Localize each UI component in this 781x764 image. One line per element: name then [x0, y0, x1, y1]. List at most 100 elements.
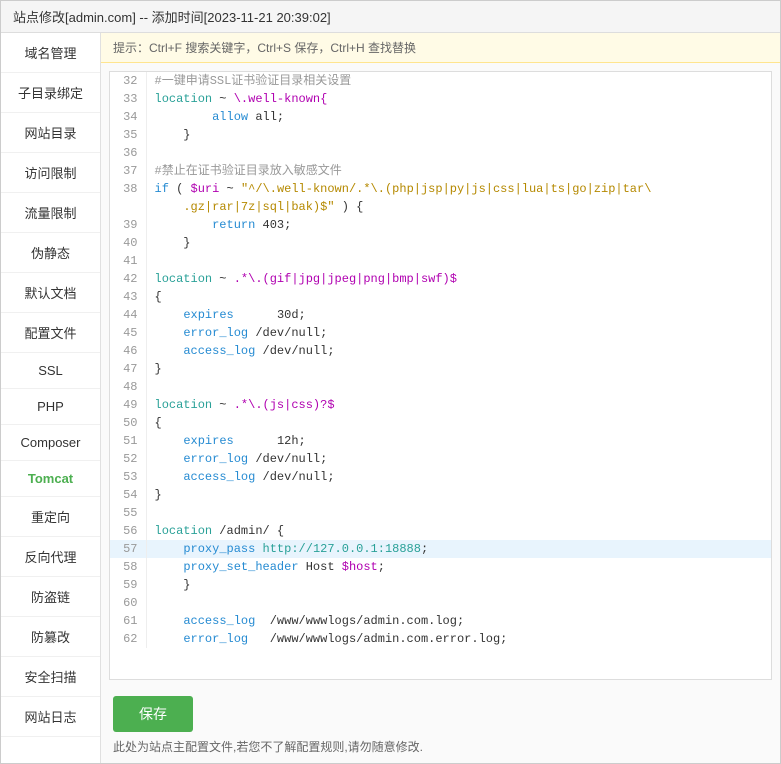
line-code: if ( $uri ~ "^/\.well-known/.*\.(php|jsp…	[146, 180, 771, 198]
table-row: 58 proxy_set_header Host $host;	[110, 558, 771, 576]
line-number: 57	[110, 540, 146, 558]
line-number: 54	[110, 486, 146, 504]
line-code	[146, 504, 771, 522]
line-code: {	[146, 288, 771, 306]
table-row: 60	[110, 594, 771, 612]
content-area: 域名管理 子目录绑定 网站目录 访问限制 流量限制 伪静态 默认文档 配置文件 …	[1, 33, 780, 763]
line-number: 49	[110, 396, 146, 414]
table-row: 38 if ( $uri ~ "^/\.well-known/.*\.(php|…	[110, 180, 771, 198]
table-row: 42 location ~ .*\.(gif|jpg|jpeg|png|bmp|…	[110, 270, 771, 288]
sidebar-item-tomcat[interactable]: Tomcat	[1, 461, 100, 497]
line-code: location ~ .*\.(js|css)?$	[146, 396, 771, 414]
sidebar-item-reverse-proxy[interactable]: 反向代理	[1, 537, 100, 577]
save-button[interactable]: 保存	[113, 696, 193, 732]
table-row: 52 error_log /dev/null;	[110, 450, 771, 468]
line-number: 62	[110, 630, 146, 648]
sidebar-item-subdir[interactable]: 子目录绑定	[1, 73, 100, 113]
table-row: 39 return 403;	[110, 216, 771, 234]
main-panel: 提示：Ctrl+F 搜索关键字，Ctrl+S 保存，Ctrl+H 查找替换 32…	[101, 33, 780, 763]
line-code: proxy_pass http://127.0.0.1:18888;	[146, 540, 771, 558]
line-code: location /admin/ {	[146, 522, 771, 540]
table-row: 51 expires 12h;	[110, 432, 771, 450]
hint-text: 提示：Ctrl+F 搜索关键字，Ctrl+S 保存，Ctrl+H 查找替换	[113, 41, 416, 55]
table-row: 44 expires 30d;	[110, 306, 771, 324]
line-number: 40	[110, 234, 146, 252]
line-code: .gz|rar|7z|sql|bak)$" ) {	[146, 198, 771, 216]
table-row: 47 }	[110, 360, 771, 378]
sidebar-item-rewrite[interactable]: 伪静态	[1, 233, 100, 273]
line-number: 53	[110, 468, 146, 486]
table-row: 45 error_log /dev/null;	[110, 324, 771, 342]
table-row: 46 access_log /dev/null;	[110, 342, 771, 360]
sidebar-item-composer[interactable]: Composer	[1, 425, 100, 461]
line-code	[146, 594, 771, 612]
line-code: expires 30d;	[146, 306, 771, 324]
line-number: 48	[110, 378, 146, 396]
line-code: access_log /dev/null;	[146, 342, 771, 360]
table-row: 36	[110, 144, 771, 162]
sidebar-item-ssl[interactable]: SSL	[1, 353, 100, 389]
line-number	[110, 198, 146, 216]
line-number: 58	[110, 558, 146, 576]
sidebar-item-security[interactable]: 安全扫描	[1, 657, 100, 697]
line-number: 46	[110, 342, 146, 360]
table-row: 56 location /admin/ {	[110, 522, 771, 540]
table-row: 61 access_log /www/wwwlogs/admin.com.log…	[110, 612, 771, 630]
table-row-highlighted: 57 proxy_pass http://127.0.0.1:18888;	[110, 540, 771, 558]
table-row: .gz|rar|7z|sql|bak)$" ) {	[110, 198, 771, 216]
sidebar-item-log[interactable]: 网站日志	[1, 697, 100, 737]
line-code	[146, 378, 771, 396]
line-code	[146, 252, 771, 270]
table-row: 54 }	[110, 486, 771, 504]
sidebar-item-tamper[interactable]: 防篡改	[1, 617, 100, 657]
sidebar-item-hotlink[interactable]: 防盗链	[1, 577, 100, 617]
line-number: 42	[110, 270, 146, 288]
line-number: 36	[110, 144, 146, 162]
table-row: 62 error_log /www/wwwlogs/admin.com.erro…	[110, 630, 771, 648]
window-title: 站点修改[admin.com] -- 添加时间[2023-11-21 20:39…	[13, 10, 331, 25]
sidebar-item-redirect[interactable]: 重定向	[1, 497, 100, 537]
line-number: 61	[110, 612, 146, 630]
line-number: 41	[110, 252, 146, 270]
main-window: 站点修改[admin.com] -- 添加时间[2023-11-21 20:39…	[0, 0, 781, 764]
sidebar-item-php[interactable]: PHP	[1, 389, 100, 425]
bottom-bar: 保存 此处为站点主配置文件,若您不了解配置规则,请勿随意修改.	[101, 688, 780, 763]
line-code: }	[146, 360, 771, 378]
line-code: expires 12h;	[146, 432, 771, 450]
line-number: 56	[110, 522, 146, 540]
hint-bar: 提示：Ctrl+F 搜索关键字，Ctrl+S 保存，Ctrl+H 查找替换	[101, 33, 780, 63]
line-number: 50	[110, 414, 146, 432]
sidebar: 域名管理 子目录绑定 网站目录 访问限制 流量限制 伪静态 默认文档 配置文件 …	[1, 33, 101, 763]
line-code	[146, 144, 771, 162]
table-row: 35 }	[110, 126, 771, 144]
line-code: return 403;	[146, 216, 771, 234]
sidebar-item-webdir[interactable]: 网站目录	[1, 113, 100, 153]
line-code: #一键申请SSL证书验证目录相关设置	[146, 72, 771, 90]
line-code: error_log /dev/null;	[146, 450, 771, 468]
table-row: 40 }	[110, 234, 771, 252]
code-editor[interactable]: 32 #一键申请SSL证书验证目录相关设置 33 location ~ \.we…	[109, 71, 772, 680]
line-code: }	[146, 234, 771, 252]
line-code: }	[146, 126, 771, 144]
table-row: 33 location ~ \.well-known{	[110, 90, 771, 108]
table-row: 43 {	[110, 288, 771, 306]
line-code: error_log /www/wwwlogs/admin.com.error.l…	[146, 630, 771, 648]
sidebar-item-traffic[interactable]: 流量限制	[1, 193, 100, 233]
sidebar-item-domain[interactable]: 域名管理	[1, 33, 100, 73]
line-number: 43	[110, 288, 146, 306]
sidebar-item-config[interactable]: 配置文件	[1, 313, 100, 353]
line-number: 44	[110, 306, 146, 324]
line-number: 45	[110, 324, 146, 342]
table-row: 34 allow all;	[110, 108, 771, 126]
footer-note: 此处为站点主配置文件,若您不了解配置规则,请勿随意修改.	[113, 738, 768, 755]
table-row: 32 #一键申请SSL证书验证目录相关设置	[110, 72, 771, 90]
table-row: 49 location ~ .*\.(js|css)?$	[110, 396, 771, 414]
line-number: 60	[110, 594, 146, 612]
line-number: 55	[110, 504, 146, 522]
sidebar-item-access[interactable]: 访问限制	[1, 153, 100, 193]
line-code: }	[146, 576, 771, 594]
table-row: 53 access_log /dev/null;	[110, 468, 771, 486]
line-number: 39	[110, 216, 146, 234]
line-number: 33	[110, 90, 146, 108]
sidebar-item-default-doc[interactable]: 默认文档	[1, 273, 100, 313]
